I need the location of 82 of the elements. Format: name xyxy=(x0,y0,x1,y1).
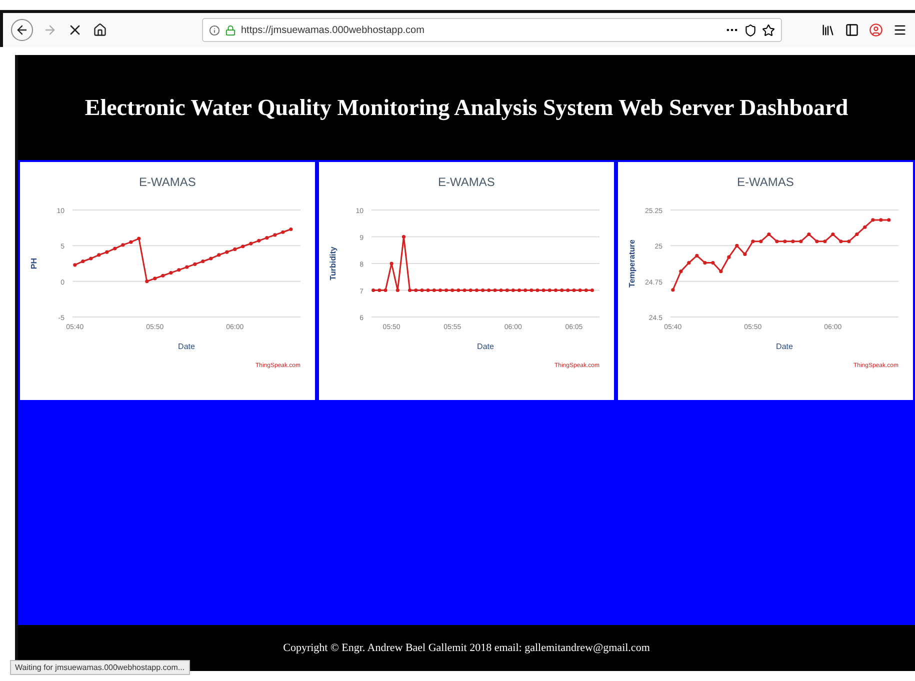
point xyxy=(695,254,699,258)
point xyxy=(727,255,731,259)
point xyxy=(687,260,691,265)
point xyxy=(257,238,261,242)
point xyxy=(807,232,811,236)
account-icon[interactable] xyxy=(869,23,883,37)
chart-title: E-WAMAS xyxy=(438,175,495,189)
status-tooltip: Waiting for jmsuewamas.000webhostapp.com... xyxy=(10,660,190,675)
point xyxy=(759,240,763,244)
point xyxy=(767,232,771,236)
point xyxy=(273,233,277,237)
point xyxy=(249,242,253,246)
point xyxy=(799,240,803,244)
point xyxy=(703,260,707,265)
x-axis-label: Date xyxy=(178,342,195,351)
y-axis-label: PH xyxy=(30,258,38,270)
home-icon xyxy=(93,23,107,37)
info-icon xyxy=(209,24,220,36)
point xyxy=(847,240,851,244)
x-axis-label: Date xyxy=(477,342,494,351)
point xyxy=(73,263,77,267)
back-button[interactable] xyxy=(11,19,33,41)
point xyxy=(783,240,787,244)
point xyxy=(233,247,237,252)
url-text: https://jmsuewamas.000webhostapp.com xyxy=(241,24,426,36)
menu-icon[interactable] xyxy=(893,23,907,37)
point xyxy=(209,256,213,260)
point xyxy=(887,218,891,222)
y-axis-label: Temperature xyxy=(628,240,636,288)
point xyxy=(751,240,755,244)
point xyxy=(81,260,85,264)
point xyxy=(153,276,157,280)
point xyxy=(289,227,293,232)
point xyxy=(671,288,675,292)
shield-icon[interactable] xyxy=(744,24,757,36)
point xyxy=(217,253,221,257)
point xyxy=(225,250,229,254)
point xyxy=(775,240,779,244)
point xyxy=(201,260,205,264)
point xyxy=(879,218,883,222)
point xyxy=(735,244,739,248)
y-axis-label: Turbidity xyxy=(328,246,338,280)
point xyxy=(281,230,285,234)
point xyxy=(193,262,197,266)
point xyxy=(137,236,141,240)
point xyxy=(815,240,819,244)
point xyxy=(743,252,747,256)
point xyxy=(129,240,133,244)
point xyxy=(871,218,875,222)
point xyxy=(161,274,165,278)
home-button[interactable] xyxy=(93,23,107,37)
page-title: Electronic Water Quality Monitoring Analysis System Web Server Dashboard xyxy=(84,94,848,120)
chart-title: E-WAMAS xyxy=(139,175,196,189)
lock-icon xyxy=(225,24,236,36)
point xyxy=(679,270,683,274)
chart-title: E-WAMAS xyxy=(737,175,794,189)
point xyxy=(177,268,181,272)
point xyxy=(241,244,245,248)
point xyxy=(113,246,117,250)
bookmark-star-icon[interactable] xyxy=(762,24,775,36)
forward-arrow-icon xyxy=(43,23,57,37)
point xyxy=(791,240,795,244)
point xyxy=(839,240,843,244)
sidebar-icon[interactable] xyxy=(845,23,859,37)
point xyxy=(145,280,149,284)
point xyxy=(265,236,269,240)
point xyxy=(831,232,835,236)
copyright-text: Copyright © Engr. Andrew Bael Gallemit 2018 email: gallemitandrew@gmail.com xyxy=(283,642,650,654)
point xyxy=(855,232,859,236)
point xyxy=(121,243,125,247)
point xyxy=(823,240,827,244)
point xyxy=(711,260,715,265)
point xyxy=(97,253,101,257)
point xyxy=(169,270,173,275)
address-bar[interactable]: https://jmsuewamas.000webhostapp.com xyxy=(202,18,782,42)
point xyxy=(89,256,93,260)
x-axis-label: Date xyxy=(776,342,793,351)
point xyxy=(185,265,189,269)
library-icon[interactable] xyxy=(821,23,835,37)
point xyxy=(719,270,723,274)
point xyxy=(105,250,109,254)
point xyxy=(863,225,867,229)
